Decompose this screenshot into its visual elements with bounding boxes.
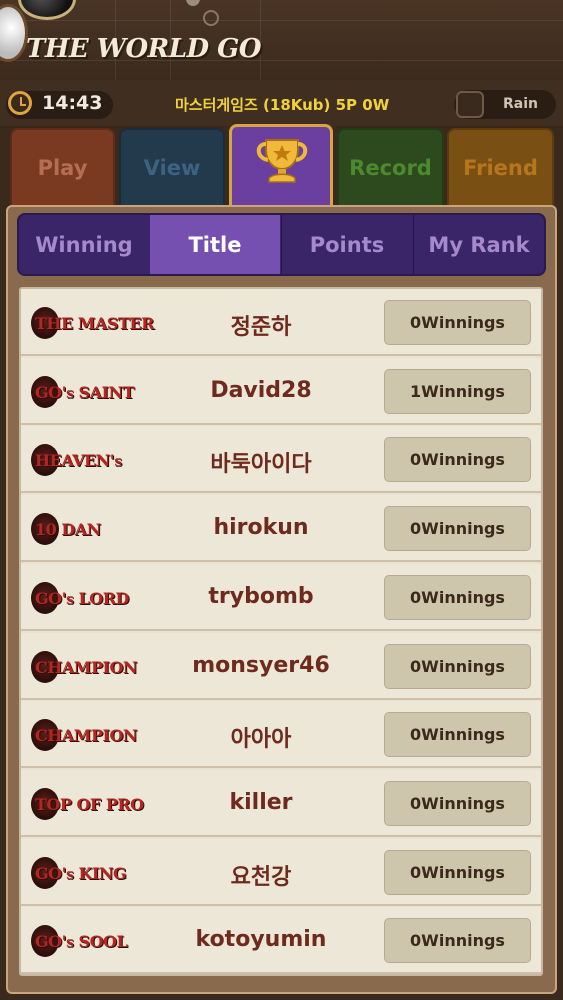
user-info: 마스터게임즈 (18Kub) 5P 0W bbox=[175, 96, 390, 114]
title-badge: GO's LORD bbox=[31, 578, 151, 618]
title-badge-text: TOP OF PRO bbox=[35, 795, 144, 814]
player-name: killer bbox=[229, 790, 293, 815]
winnings-button[interactable]: 0Winnings bbox=[384, 300, 531, 345]
title-badge: GO's SAINT bbox=[31, 372, 151, 412]
app-header: THE WORLD GO bbox=[0, 0, 563, 80]
player-name: 요천강 bbox=[230, 865, 292, 890]
tab-record[interactable]: Record bbox=[337, 128, 444, 208]
subtab-my-rank[interactable]: My Rank bbox=[414, 215, 544, 274]
player-name: 바둑아이다 bbox=[210, 452, 312, 477]
winnings-button[interactable]: 0Winnings bbox=[384, 712, 531, 757]
winnings-button[interactable]: 1Winnings bbox=[384, 369, 531, 414]
list-item[interactable]: HEAVEN's 바둑아이다 0Winnings bbox=[21, 426, 541, 493]
rain-toggle-knob[interactable] bbox=[456, 91, 484, 118]
subtab-title[interactable]: Title bbox=[150, 215, 280, 274]
list-item[interactable]: GO's SAINT David28 1Winnings bbox=[21, 358, 541, 425]
winnings-button[interactable]: 0Winnings bbox=[384, 850, 531, 895]
title-badge-text: GO's SAINT bbox=[35, 383, 135, 402]
title-badge-text: GO's LORD bbox=[35, 589, 129, 608]
trophy-icon bbox=[256, 139, 308, 183]
player-name: David28 bbox=[210, 378, 312, 403]
list-item[interactable]: THE MASTER 정준하 0Winnings bbox=[21, 289, 541, 356]
list-item[interactable]: CHAMPION 아아아 0Winnings bbox=[21, 701, 541, 768]
winnings-button[interactable]: 0Winnings bbox=[384, 644, 531, 689]
stone-dot-icon bbox=[186, 0, 200, 6]
clock-time: 14:43 bbox=[42, 92, 103, 114]
black-stone-icon bbox=[18, 0, 76, 20]
rain-label: Rain bbox=[503, 96, 538, 112]
list-item[interactable]: CHAMPION monsyer46 0Winnings bbox=[21, 633, 541, 700]
list-item[interactable]: GO's SOOL kotoyumin 0Winnings bbox=[21, 907, 541, 974]
winnings-button[interactable]: 0Winnings bbox=[384, 437, 531, 482]
title-badge: CHAMPION bbox=[31, 647, 151, 687]
winnings-button[interactable]: 0Winnings bbox=[384, 575, 531, 620]
title-badge: TOP OF PRO bbox=[31, 784, 151, 824]
player-name: kotoyumin bbox=[195, 927, 327, 952]
title-badge: HEAVEN's bbox=[31, 440, 151, 480]
title-badge: GO's SOOL bbox=[31, 921, 151, 961]
tab-friend[interactable]: Friend bbox=[447, 128, 554, 208]
title-badge-text: GO's KING bbox=[35, 864, 127, 883]
title-badge-text: THE MASTER bbox=[35, 314, 154, 333]
list-item[interactable]: GO's KING 요천강 0Winnings bbox=[21, 839, 541, 906]
title-badge-text: GO's SOOL bbox=[35, 932, 128, 951]
list-item[interactable]: GO's LORD trybomb 0Winnings bbox=[21, 564, 541, 631]
winnings-button[interactable]: 0Winnings bbox=[384, 918, 531, 963]
stone-ring-icon bbox=[203, 10, 219, 26]
list-item[interactable]: 10 DAN hirokun 0Winnings bbox=[21, 495, 541, 562]
clock-icon bbox=[8, 91, 32, 115]
title-badge-text: 10 DAN bbox=[35, 520, 101, 539]
list-item[interactable]: TOP OF PRO killer 0Winnings bbox=[21, 770, 541, 837]
title-badge: GO's KING bbox=[31, 853, 151, 893]
player-name: 정준하 bbox=[230, 315, 292, 340]
title-badge-text: CHAMPION bbox=[35, 658, 138, 677]
app-logo: THE WORLD GO bbox=[26, 34, 261, 64]
title-badge: 10 DAN bbox=[31, 509, 151, 549]
title-badge: THE MASTER bbox=[31, 303, 154, 343]
player-name: trybomb bbox=[208, 584, 314, 609]
title-badge-text: CHAMPION bbox=[35, 726, 138, 745]
subtab-points[interactable]: Points bbox=[282, 215, 412, 274]
title-badge-text: HEAVEN's bbox=[35, 451, 122, 470]
white-stone-icon bbox=[0, 4, 28, 62]
board-grid-line bbox=[0, 20, 563, 21]
tab-play[interactable]: Play bbox=[10, 128, 115, 208]
player-name: hirokun bbox=[213, 515, 309, 540]
player-name: monsyer46 bbox=[192, 653, 330, 678]
winnings-button[interactable]: 0Winnings bbox=[384, 781, 531, 826]
subtab-winning[interactable]: Winning bbox=[19, 215, 149, 274]
tab-view[interactable]: View bbox=[119, 128, 225, 208]
title-badge: CHAMPION bbox=[31, 715, 151, 755]
winnings-button[interactable]: 0Winnings bbox=[384, 506, 531, 551]
player-name: 아아아 bbox=[230, 727, 292, 752]
